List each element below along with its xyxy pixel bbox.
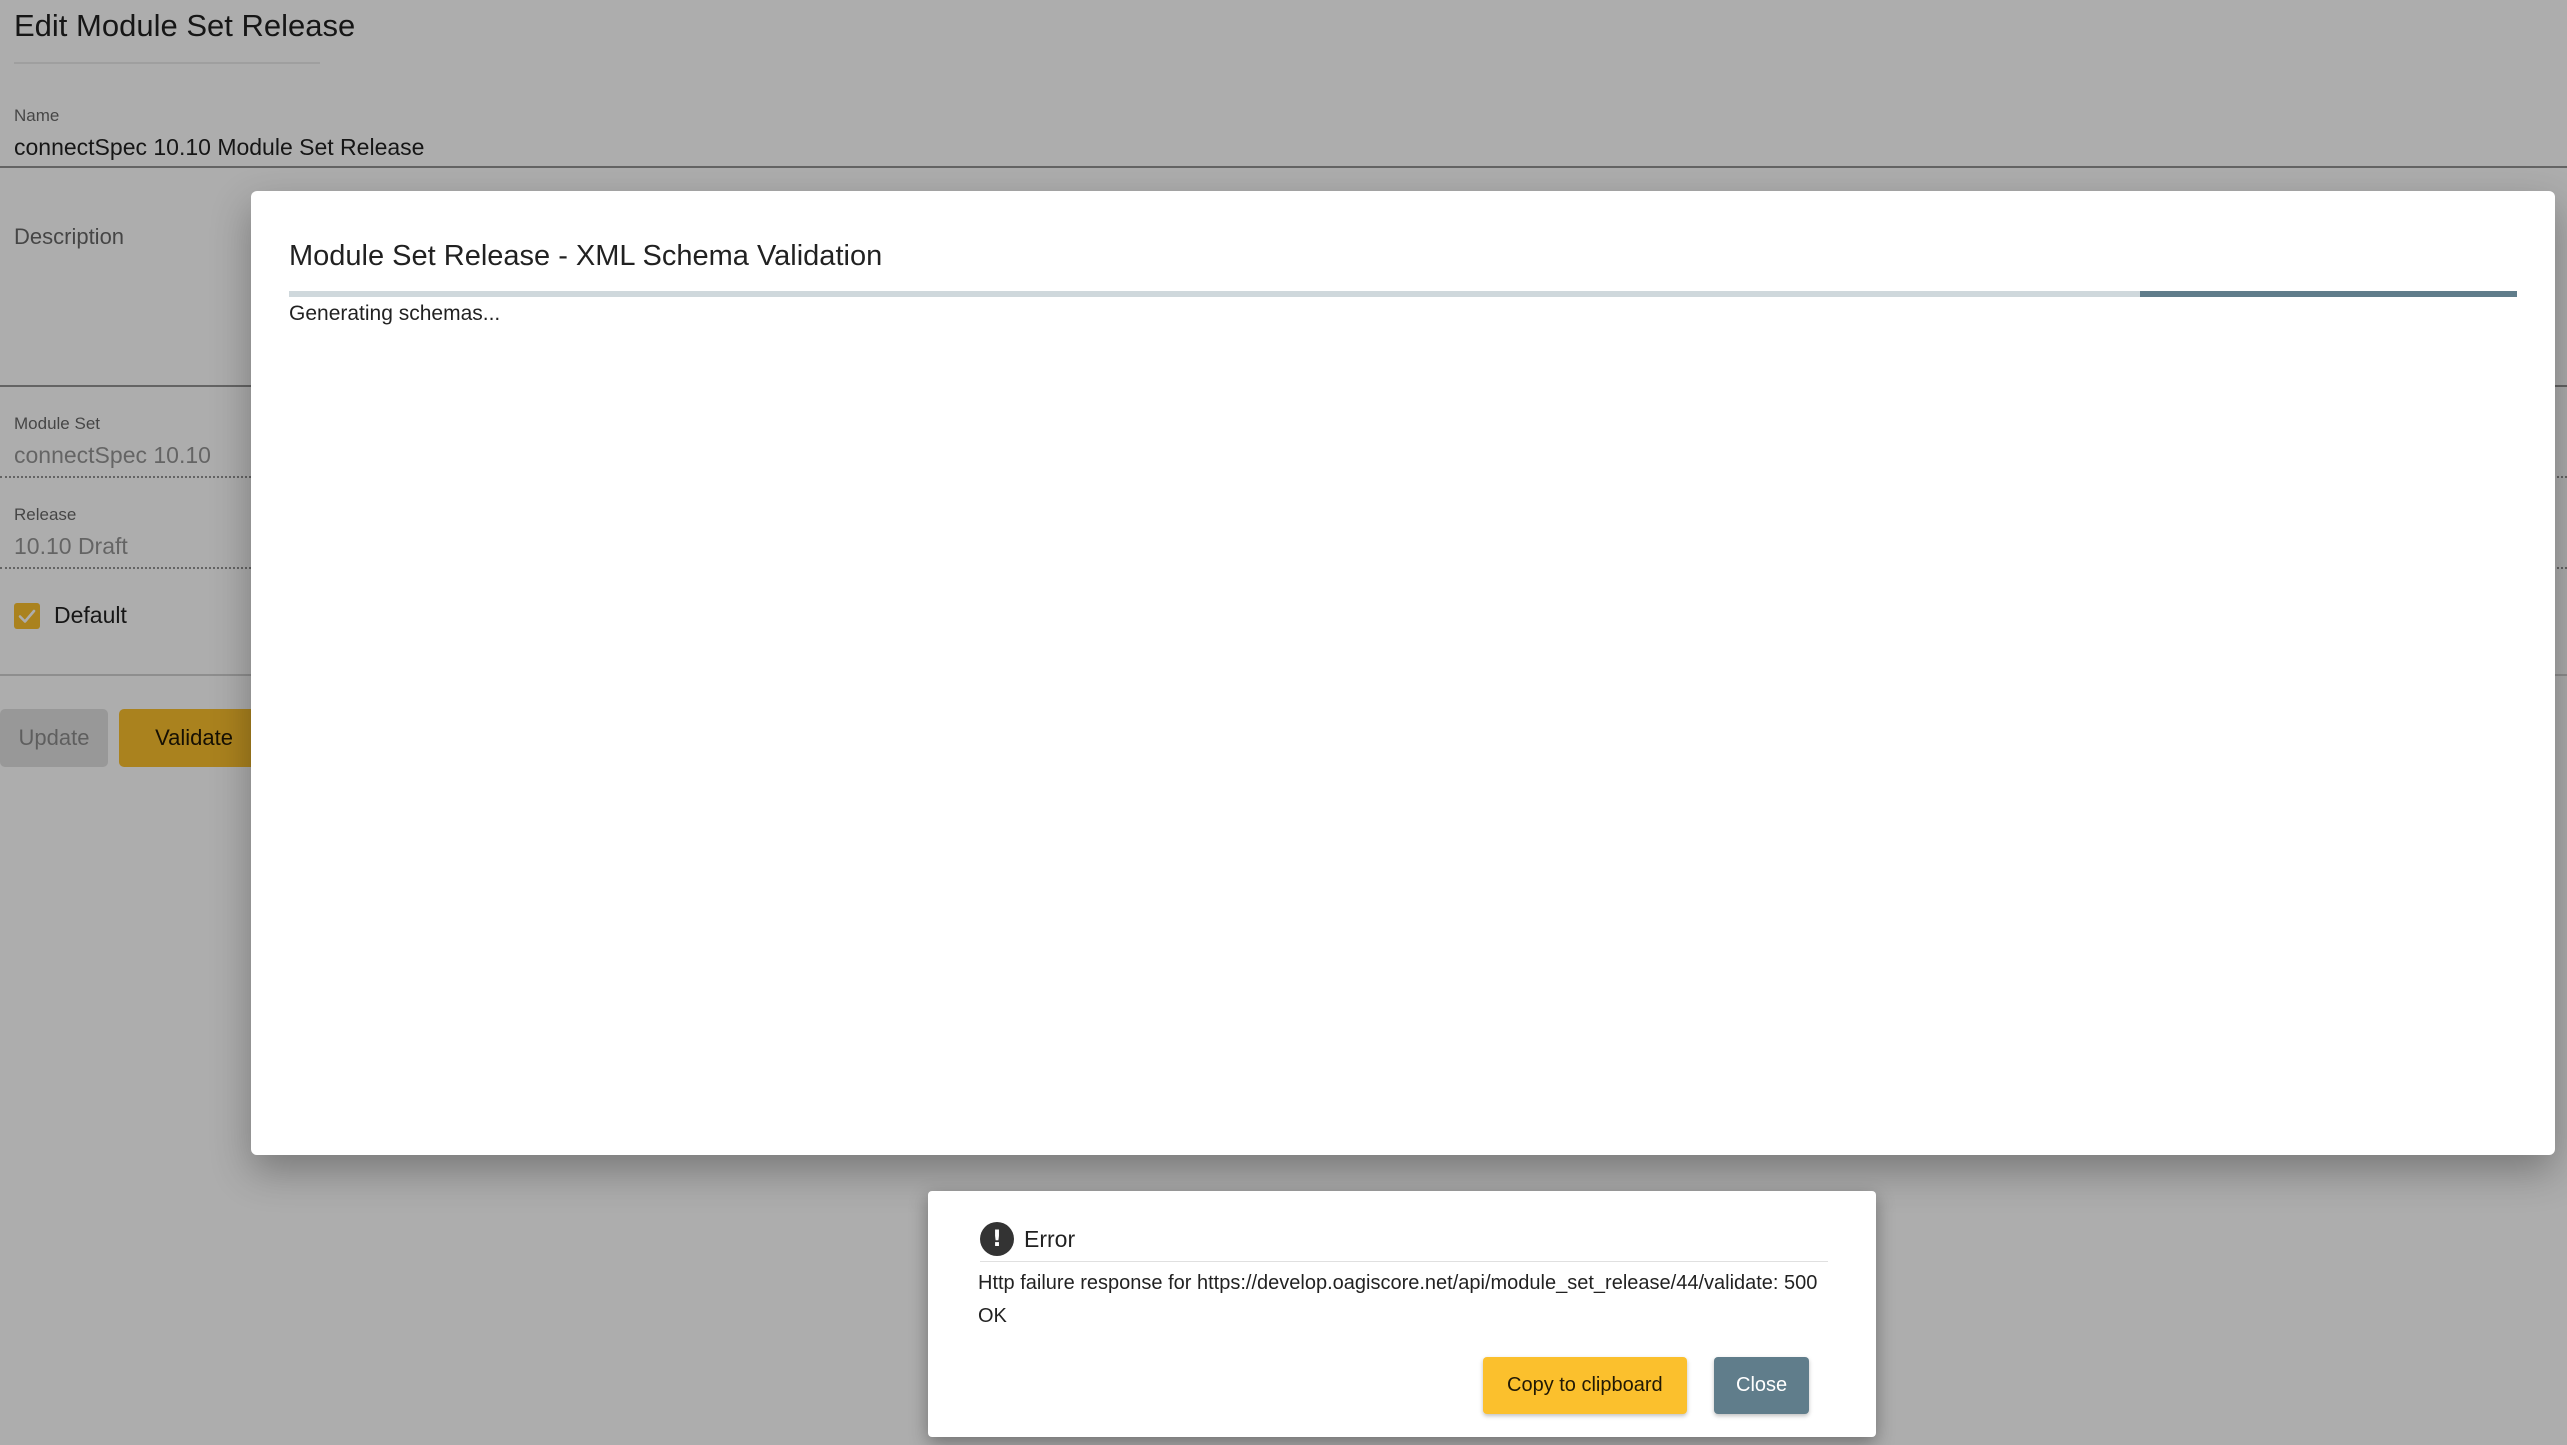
- close-button[interactable]: Close: [1714, 1357, 1810, 1414]
- exclamation-circle-icon: !: [980, 1222, 1014, 1256]
- error-title: Error: [1024, 1225, 1076, 1252]
- progress-status-text: Generating schemas...: [289, 302, 501, 325]
- page: Edit Module Set Release Name connectSpec…: [0, 0, 2567, 1445]
- dialog-title: Module Set Release - XML Schema Validati…: [289, 240, 883, 272]
- copy-to-clipboard-button[interactable]: Copy to clipboard: [1483, 1357, 1687, 1414]
- validation-dialog: Module Set Release - XML Schema Validati…: [251, 191, 2555, 1155]
- error-message: Http failure response for https://develo…: [978, 1272, 1818, 1327]
- error-dialog: ! Error Http failure response for https:…: [928, 1191, 1876, 1437]
- error-header: ! Error: [980, 1217, 1828, 1262]
- progress-bar: [289, 291, 2517, 297]
- progress-indicator: [2140, 291, 2517, 297]
